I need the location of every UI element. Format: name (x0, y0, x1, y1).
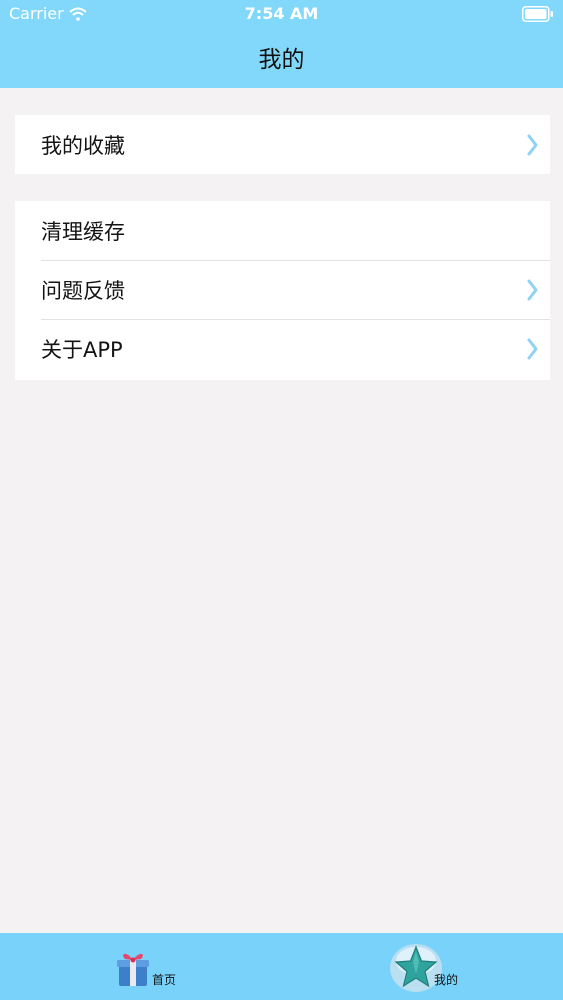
row-label: 清理缓存 (41, 219, 125, 244)
tab-bar: 首页 我的 (0, 933, 563, 1000)
settings-group-favorites: 我的收藏 (15, 115, 550, 174)
chevron-right-icon (527, 134, 538, 155)
tab-label: 我的 (434, 973, 459, 987)
row-divider (41, 319, 550, 320)
gift-icon (117, 953, 149, 986)
row-divider (41, 260, 550, 261)
chevron-right-icon (527, 279, 538, 300)
row-label: 关于APP (41, 337, 123, 362)
status-bar: Carrier 7:54 AM (0, 0, 563, 28)
tab-label: 首页 (152, 973, 177, 987)
tab-home[interactable]: 首页 (114, 933, 194, 1000)
status-time: 7:54 AM (244, 4, 319, 23)
row-label: 问题反馈 (41, 278, 125, 303)
row-my-favorites[interactable]: 我的收藏 (15, 115, 550, 174)
page-title: 我的 (258, 47, 305, 73)
navigation-bar: Carrier 7:54 AM 我的 (0, 0, 563, 88)
row-feedback[interactable]: 问题反馈 (15, 260, 550, 319)
chevron-right-icon (527, 338, 538, 359)
row-clear-cache[interactable]: 清理缓存 (15, 201, 550, 260)
row-about-app[interactable]: 关于APP (15, 319, 550, 378)
battery-icon (522, 6, 553, 22)
tab-mine[interactable]: 我的 (386, 933, 476, 1000)
settings-group-general: 清理缓存 问题反馈 关于APP (15, 201, 550, 380)
row-label: 我的收藏 (41, 133, 125, 158)
